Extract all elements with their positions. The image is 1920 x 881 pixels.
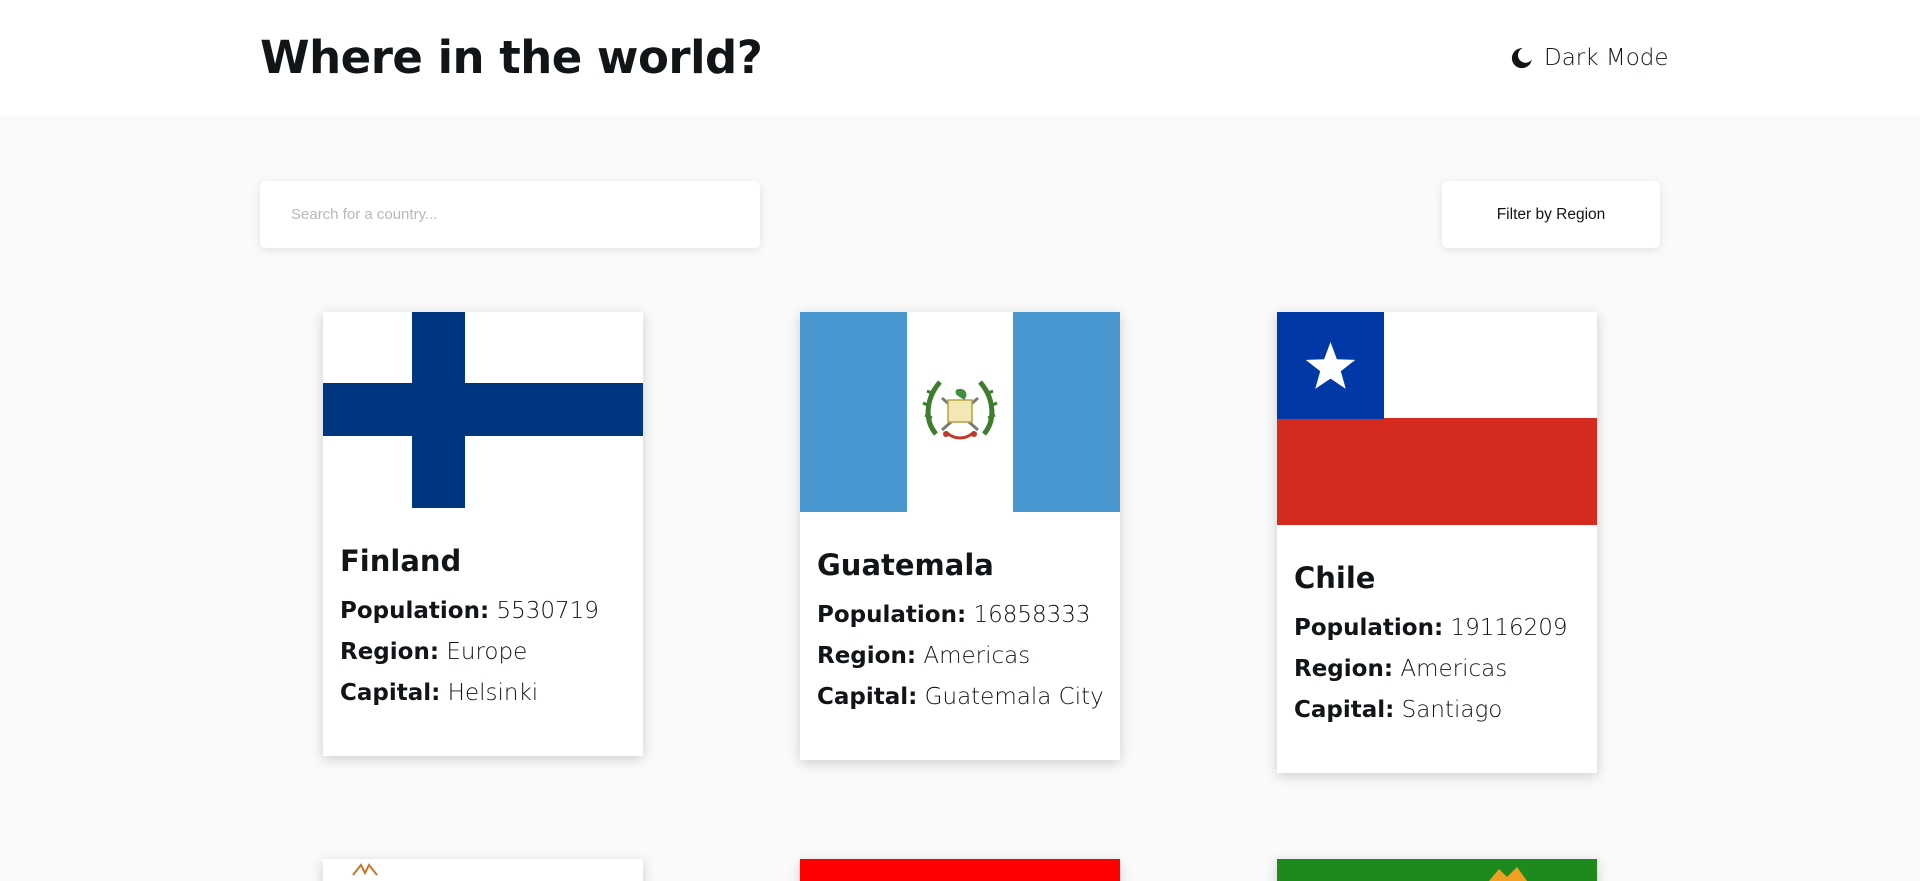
search-box[interactable]	[260, 181, 760, 248]
capital-label: Capital:	[1294, 697, 1395, 723]
search-input[interactable]	[260, 181, 760, 248]
population-row: Population: 16858333	[817, 595, 1110, 636]
country-card-guatemala[interactable]: Guatemala Population: 16858333 Region: A…	[800, 312, 1120, 760]
capital-row: Capital: Helsinki	[340, 673, 633, 714]
country-name: Guatemala	[817, 548, 994, 582]
region-value: Europe	[446, 639, 528, 665]
partial-flag-icon	[1277, 859, 1597, 881]
country-card-partial[interactable]	[800, 859, 1120, 881]
country-card-chile[interactable]: Chile Population: 19116209 Region: Ameri…	[1277, 312, 1597, 773]
region-row: Region: Americas	[1294, 649, 1587, 690]
country-card-partial[interactable]	[1277, 859, 1597, 881]
chile-flag-icon	[1277, 312, 1597, 525]
population-value: 5530719	[496, 598, 599, 624]
region-row: Region: Europe	[340, 632, 633, 673]
region-label: Region:	[1294, 656, 1394, 682]
capital-value: Santiago	[1401, 697, 1503, 723]
region-label: Region:	[817, 643, 917, 669]
country-card-partial[interactable]	[323, 859, 643, 881]
region-label: Region:	[340, 639, 440, 665]
population-row: Population: 19116209	[1294, 608, 1587, 649]
capital-row: Capital: Santiago	[1294, 690, 1587, 731]
capital-label: Capital:	[817, 684, 918, 710]
country-name: Finland	[340, 544, 462, 578]
site-title: Where in the world?	[260, 31, 763, 84]
region-filter-label: Filter by Region	[1496, 205, 1606, 223]
region-value: Americas	[923, 643, 1031, 669]
region-filter-dropdown[interactable]: Filter by Region	[1442, 181, 1660, 248]
finland-flag-icon	[323, 312, 643, 508]
region-row: Region: Americas	[817, 636, 1110, 677]
population-label: Population:	[1294, 615, 1444, 641]
population-row: Population: 5530719	[340, 591, 633, 632]
region-value: Americas	[1400, 656, 1508, 682]
capital-value: Helsinki	[447, 680, 539, 706]
guatemala-flag-icon	[800, 312, 1120, 512]
country-name: Chile	[1294, 561, 1376, 595]
population-label: Population:	[817, 602, 967, 628]
population-label: Population:	[340, 598, 490, 624]
capital-row: Capital: Guatemala City	[817, 677, 1110, 718]
population-value: 16858333	[973, 602, 1091, 628]
population-value: 19116209	[1450, 615, 1568, 641]
partial-flag-icon	[323, 859, 643, 881]
moon-icon	[1510, 46, 1534, 70]
dark-mode-toggle[interactable]: Dark Mode	[1510, 40, 1669, 76]
site-header: Where in the world? Dark Mode	[0, 0, 1920, 116]
capital-value: Guatemala City	[924, 684, 1104, 710]
partial-flag-icon	[800, 859, 1120, 881]
country-card-finland[interactable]: Finland Population: 5530719 Region: Euro…	[323, 312, 643, 756]
dark-mode-label: Dark Mode	[1544, 45, 1669, 71]
capital-label: Capital:	[340, 680, 441, 706]
